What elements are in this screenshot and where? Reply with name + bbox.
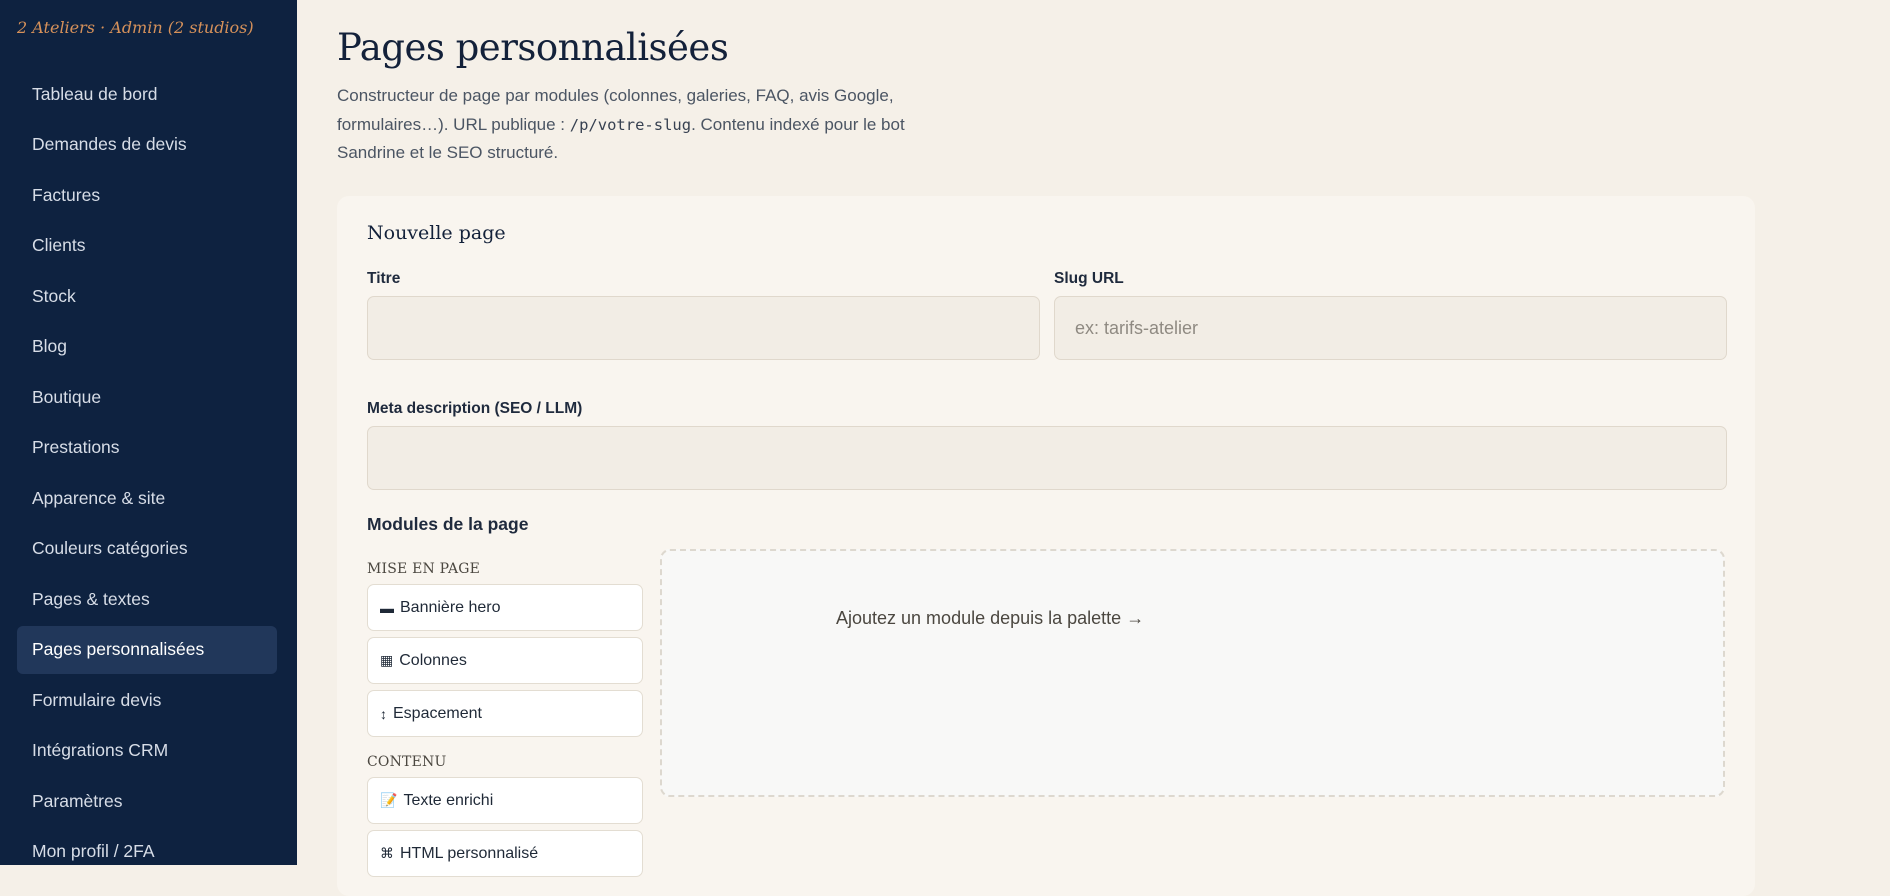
dropzone-hint: Ajoutez un module depuis la palette →: [836, 608, 1145, 628]
sidebar-item[interactable]: Factures: [17, 171, 277, 219]
sidebar-item[interactable]: Mon profil / 2FA: [17, 828, 277, 876]
palette-group-label: CONTENU: [367, 754, 447, 770]
sidebar-item-label: Demandes de devis: [32, 134, 187, 154]
title-input[interactable]: [367, 296, 1040, 360]
module-dropzone[interactable]: Ajoutez un module depuis la palette →: [660, 549, 1725, 797]
palette-module-button[interactable]: 📝 Texte enrichi: [367, 777, 643, 824]
sidebar-item-label: Formulaire devis: [32, 689, 162, 710]
slug-input[interactable]: [1054, 296, 1727, 360]
sidebar-item[interactable]: Apparence & site: [17, 474, 277, 522]
sidebar-item[interactable]: Pages personnalisées: [17, 625, 277, 674]
sidebar-item-label: Tableau de bord: [32, 83, 158, 104]
page-title: Pages personnalisées: [337, 26, 729, 69]
hero-banner-icon: ▬: [380, 599, 394, 616]
sidebar-item-label: Couleurs catégories: [32, 538, 188, 558]
sidebar-item-label: Pages personnalisées: [32, 639, 205, 659]
palette-module-button[interactable]: ⌘ HTML personnalisé: [367, 830, 643, 877]
module-palette: MISE EN PAGE ▬ Bannière hero ▦ Colonnes ↕ Espa…: [367, 558, 643, 883]
sidebar-item[interactable]: Demandes de devis: [17, 121, 277, 169]
html-icon: ⌘: [380, 845, 394, 861]
palette-module-label: Texte enrichi: [403, 791, 494, 809]
meta-description-input[interactable]: [367, 426, 1727, 490]
sidebar: 2 Ateliers · Admin (2 studios) Tableau d…: [0, 0, 297, 865]
brand-title: 2 Ateliers · Admin (2 studios): [17, 18, 254, 37]
palette-module-label: HTML personnalisé: [400, 844, 539, 862]
sidebar-item-label: Boutique: [32, 386, 102, 407]
sidebar-item-label: Stock: [32, 285, 76, 306]
sidebar-item[interactable]: Tableau de bord: [17, 70, 277, 118]
columns-icon: ▦: [380, 652, 394, 668]
modules-heading: Modules de la page: [367, 514, 529, 534]
sidebar-nav: Tableau de bord Demandes de devis Factures…: [17, 70, 277, 878]
rich-text-icon: 📝: [380, 792, 398, 808]
slug-label: Slug URL: [1054, 270, 1124, 287]
sidebar-item-label: Mon profil / 2FA: [32, 841, 155, 861]
sidebar-item[interactable]: Boutique: [17, 373, 277, 421]
page-description: Constructeur de page par modules (colonn…: [337, 82, 937, 168]
palette-module-button[interactable]: ▦ Colonnes: [367, 637, 643, 684]
palette-group-label: MISE EN PAGE: [367, 561, 481, 577]
spacing-icon: ↕: [380, 705, 387, 722]
sidebar-item-label: Clients: [32, 235, 86, 255]
sidebar-item[interactable]: Prestations: [17, 424, 277, 472]
palette-module-button[interactable]: ↕ Espacement: [367, 690, 643, 737]
sidebar-item-label: Pages & textes: [32, 588, 150, 609]
sidebar-item[interactable]: Intégrations CRM: [17, 727, 277, 775]
sidebar-item-label: Intégrations CRM: [32, 740, 169, 760]
main-content: Pages personnalisées Constructeur de pag…: [297, 0, 1890, 896]
sidebar-item-label: Prestations: [32, 437, 120, 457]
sidebar-item[interactable]: Pages & textes: [17, 575, 277, 623]
sidebar-item-label: Factures: [32, 184, 101, 205]
title-label: Titre: [367, 270, 401, 287]
meta-description-label: Meta description (SEO / LLM): [367, 400, 583, 417]
palette-module-button[interactable]: ▬ Bannière hero: [367, 584, 643, 631]
palette-module-label: Bannière hero: [400, 598, 501, 616]
sidebar-item-label: Paramètres: [32, 790, 123, 811]
sidebar-item[interactable]: Stock: [17, 272, 277, 320]
sidebar-item[interactable]: Paramètres: [17, 777, 277, 825]
sidebar-item[interactable]: Formulaire devis: [17, 676, 277, 724]
sidebar-item[interactable]: Couleurs catégories: [17, 525, 277, 573]
sidebar-item[interactable]: Blog: [17, 323, 277, 371]
sidebar-item-label: Blog: [32, 336, 68, 356]
sidebar-item[interactable]: Clients: [17, 222, 277, 270]
sidebar-item-label: Apparence & site: [32, 487, 166, 508]
palette-module-label: Espacement: [393, 704, 482, 722]
new-page-card: Nouvelle page Titre Slug URL Meta descri…: [337, 196, 1755, 896]
public-url-code: /p/votre-slug: [569, 115, 692, 134]
palette-module-label: Colonnes: [399, 651, 467, 669]
card-title: Nouvelle page: [367, 222, 506, 244]
